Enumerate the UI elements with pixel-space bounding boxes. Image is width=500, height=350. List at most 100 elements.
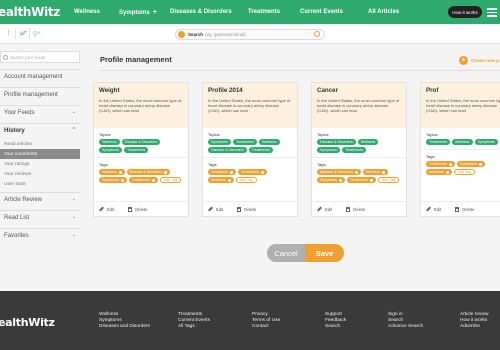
sidebar-sub-your-reviews[interactable]: Your reviews xyxy=(0,169,80,179)
edit-button[interactable]: Edit xyxy=(426,207,441,212)
sidebar-item-article-review[interactable]: Article Review ⌄ xyxy=(0,192,80,206)
profile-card[interactable]: Weight In the United States, the most com… xyxy=(93,82,189,217)
google-plus-icon[interactable]: g+ xyxy=(30,28,44,39)
add-tag-button[interactable]: Add Tag xyxy=(235,177,257,183)
site-logo[interactable]: ealthWitz xyxy=(0,5,68,19)
topic-tag[interactable]: Treatments xyxy=(248,147,273,153)
topic-tag[interactable]: Treatments xyxy=(232,139,258,145)
delete-button[interactable]: Delete xyxy=(455,206,474,212)
footer-link[interactable]: Diseases and Disorders xyxy=(99,324,150,330)
how-it-works-button[interactable]: How it works xyxy=(448,6,482,18)
topic-tag[interactable]: Disease & Disorders xyxy=(317,139,356,145)
delete-button[interactable]: Delete xyxy=(346,206,365,212)
footer-link[interactable]: Search xyxy=(325,324,346,330)
topic-tag[interactable]: Wellness xyxy=(452,139,473,145)
footer-link[interactable]: All Tags xyxy=(178,324,210,330)
search-input[interactable]: Search (eg. gastrointestinal) xyxy=(175,29,325,40)
sidebar-sub-read-articles[interactable]: Read articles xyxy=(0,139,80,149)
footer-link[interactable]: Contact xyxy=(252,324,280,330)
user-tag[interactable]: Symptoms xyxy=(457,161,486,167)
nav-wellness[interactable]: Wellness xyxy=(74,9,100,15)
sidebar-sub-user-stats[interactable]: User stats xyxy=(0,179,80,189)
topic-tag[interactable]: Disease & Disorders xyxy=(121,139,161,145)
remove-tag-icon[interactable] xyxy=(479,162,483,166)
remove-tag-icon[interactable] xyxy=(449,162,453,166)
topic-tag[interactable]: Treatments xyxy=(123,147,149,153)
topic-tag[interactable]: Symptoms xyxy=(474,139,498,145)
delete-label: Delete xyxy=(244,206,257,212)
create-profile-button[interactable]: + Create new p xyxy=(459,55,500,66)
remove-tag-icon[interactable] xyxy=(261,170,265,174)
user-tag[interactable]: Wellness xyxy=(208,177,234,183)
profile-card[interactable]: Cancer In the United States, the most com… xyxy=(311,82,407,217)
user-tag[interactable]: Disease & Disorders xyxy=(317,169,361,175)
feed-search-input[interactable]: Search your feeds xyxy=(0,51,80,63)
topic-tag[interactable]: Wellness xyxy=(99,139,120,145)
sidebar-item-history[interactable]: History ⌃ xyxy=(0,123,80,137)
add-tag-button[interactable]: Add Tag xyxy=(378,177,400,183)
user-tag[interactable]: Treatments xyxy=(128,177,159,183)
remove-tag-icon[interactable] xyxy=(354,170,358,174)
save-button[interactable]: Save xyxy=(305,244,344,262)
remove-tag-icon[interactable] xyxy=(120,178,124,182)
sidebar-item-favorites[interactable]: Favorites ⌄ xyxy=(0,228,80,242)
user-tag[interactable]: Symptoms xyxy=(99,177,127,183)
sidebar-sub-your-ratings[interactable]: Your ratings xyxy=(0,159,80,169)
footer-link[interactable]: Advertise xyxy=(460,324,489,330)
profile-card[interactable]: Profile 2014 In the United States, the mo… xyxy=(202,82,298,217)
edit-button[interactable]: Edit xyxy=(208,207,223,212)
menu-icon[interactable] xyxy=(487,8,497,19)
sidebar-sub-your-comments[interactable]: Your comments xyxy=(0,149,80,159)
remove-tag-icon[interactable] xyxy=(338,178,342,182)
remove-tag-icon[interactable] xyxy=(152,178,156,182)
remove-tag-icon[interactable] xyxy=(382,170,386,174)
user-tag[interactable]: Treatments xyxy=(426,161,456,167)
remove-tag-icon[interactable] xyxy=(227,178,231,182)
cancel-button[interactable]: Cancel xyxy=(267,244,305,262)
topic-tag[interactable]: Symptoms xyxy=(208,139,231,145)
add-tag-button[interactable]: Add Tag xyxy=(160,177,182,183)
user-tag[interactable]: Symptoms xyxy=(208,169,236,175)
user-tag[interactable]: Wellness xyxy=(362,169,389,175)
edit-button[interactable]: Edit xyxy=(317,207,332,212)
tag-label: Treatments xyxy=(349,178,369,182)
nav-current-events[interactable]: Current Events xyxy=(300,9,343,15)
topic-tag[interactable]: Symptoms xyxy=(317,147,340,153)
nav-all-articles[interactable]: All Articles xyxy=(368,9,399,15)
user-tag[interactable]: Disease & Disorders xyxy=(126,169,171,175)
footer-logo[interactable]: ealthWitz xyxy=(0,316,55,329)
sidebar-item-account-management[interactable]: Account management xyxy=(0,69,80,83)
topic-tag[interactable]: Disease & Disorders xyxy=(208,147,247,153)
facebook-icon[interactable]: f xyxy=(2,28,16,39)
nav-symptoms[interactable]: Symptoms + xyxy=(119,9,157,16)
twitter-icon[interactable] xyxy=(16,28,30,39)
user-tag[interactable]: Wellness xyxy=(99,169,125,175)
search-icon[interactable] xyxy=(314,31,320,37)
nav-diseases[interactable]: Diseases & Disorders xyxy=(170,9,232,15)
remove-tag-icon[interactable] xyxy=(370,178,374,182)
topic-tag[interactable]: Wellness xyxy=(357,139,379,145)
delete-button[interactable]: Delete xyxy=(237,206,257,212)
user-tag[interactable]: Wellness xyxy=(426,169,452,175)
remove-tag-icon[interactable] xyxy=(445,170,449,174)
user-tag[interactable]: Treatments xyxy=(346,177,377,183)
sidebar-item-read-list[interactable]: Read List ⌄ xyxy=(0,210,80,224)
topic-tag[interactable]: Treatments xyxy=(341,147,367,153)
delete-button[interactable]: Delete xyxy=(128,206,147,212)
topic-tag[interactable]: Wellness xyxy=(259,139,280,145)
edit-button[interactable]: Edit xyxy=(99,207,114,212)
nav-treatments[interactable]: Treatments xyxy=(248,9,280,15)
topic-tag[interactable]: Symptoms xyxy=(99,147,122,153)
sidebar-item-your-feeds[interactable]: Your Feeds ⌄ xyxy=(0,105,80,119)
user-tag[interactable]: Symptoms xyxy=(317,177,345,183)
footer-link[interactable]: Advance Search xyxy=(388,324,423,330)
topic-tag[interactable]: Treatments xyxy=(426,139,451,145)
user-tag[interactable]: Treatments xyxy=(237,169,268,175)
sidebar-item-profile-management[interactable]: Profile management xyxy=(0,87,80,101)
add-tag-button[interactable]: Add Tag xyxy=(453,169,475,175)
remove-tag-icon[interactable] xyxy=(118,170,122,174)
remove-tag-icon[interactable] xyxy=(229,170,233,174)
profile-card[interactable]: Prof In the United States, the most commo… xyxy=(420,82,500,217)
remove-tag-icon[interactable] xyxy=(164,170,168,174)
tags-list: Symptoms Treatments Wellness Add Tag xyxy=(203,169,297,183)
